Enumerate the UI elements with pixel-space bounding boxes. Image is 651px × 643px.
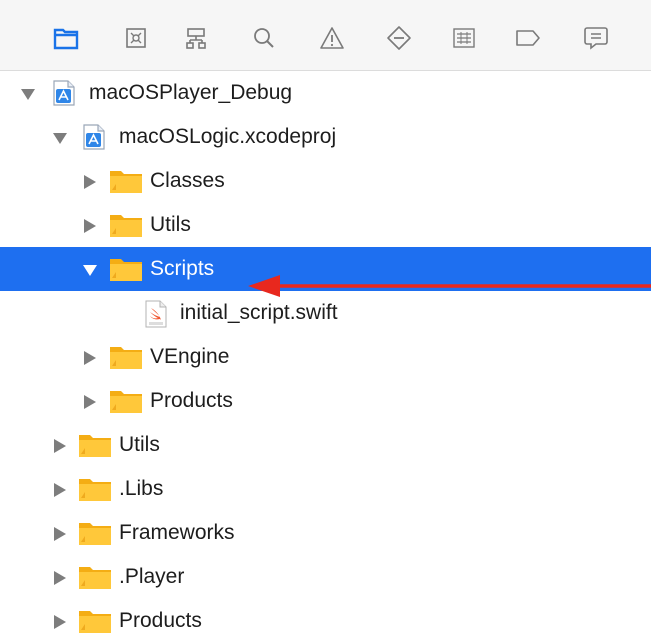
tree-row-label: Products [119,609,202,632]
tree-row-macoslogic-xcodeproj[interactable]: macOSLogic.xcodeproj [0,115,651,159]
tree-row-player[interactable]: .Player [0,555,651,599]
swift-file-icon [144,300,174,328]
project-navigator-tree: macOSPlayer_Debug macOSLogic.xcodeproj C… [0,71,651,637]
disclosure-triangle-collapsed-icon[interactable] [52,526,68,542]
tree-row-label: .Libs [119,477,164,500]
disclosure-triangle-expanded-icon[interactable] [20,86,36,102]
disclosure-triangle-collapsed-icon[interactable] [82,394,98,410]
navigator-toolbar [0,0,651,70]
folder-icon [109,388,142,414]
disclosure-triangle-expanded-icon[interactable] [82,262,98,278]
disclosure-triangle-collapsed-icon[interactable] [82,174,98,190]
xcode-project-icon [50,80,80,106]
tree-row-classes[interactable]: Classes [0,159,651,203]
disclosure-triangle-expanded-icon[interactable] [52,130,68,146]
project-navigator-icon[interactable] [50,22,82,54]
find-icon[interactable] [248,22,280,54]
source-control-icon[interactable] [120,22,152,54]
tree-row-scripts[interactable]: Scripts [0,247,651,291]
tree-row-label: Scripts [150,257,215,280]
folder-icon [78,608,111,634]
report-icon[interactable] [580,22,612,54]
disclosure-triangle-collapsed-icon[interactable] [52,570,68,586]
tree-row-label: Frameworks [119,521,235,544]
tree-row-label: VEngine [150,345,230,368]
tree-row-label: .Player [119,565,185,588]
folder-icon [109,212,142,238]
breakpoint-icon[interactable] [512,22,544,54]
disclosure-triangle-collapsed-icon[interactable] [52,614,68,630]
debug-icon[interactable] [448,22,480,54]
xcode-project-icon [80,124,110,150]
tree-row-frameworks[interactable]: Frameworks [0,511,651,555]
issue-icon[interactable] [316,22,348,54]
folder-icon [78,476,111,502]
tree-row-label: macOSLogic.xcodeproj [119,125,337,148]
tree-row-label: Utils [119,433,160,456]
symbol-navigator-icon[interactable] [180,22,212,54]
folder-icon [78,520,111,546]
disclosure-triangle-collapsed-icon[interactable] [52,482,68,498]
disclosure-triangle-collapsed-icon[interactable] [52,438,68,454]
tree-row-label: initial_script.swift [180,301,338,324]
test-icon[interactable] [383,22,415,54]
tree-row-products-root[interactable]: Products [0,599,651,643]
disclosure-triangle-collapsed-icon[interactable] [82,350,98,366]
tree-row-utils-root[interactable]: Utils [0,423,651,467]
folder-icon [109,168,142,194]
folder-icon [109,256,142,282]
tree-row-label: macOSPlayer_Debug [89,81,293,104]
tree-row-label: Utils [150,213,191,236]
tree-row-products[interactable]: Products [0,379,651,423]
disclosure-triangle-collapsed-icon[interactable] [82,218,98,234]
tree-row-initial-script-swift[interactable]: initial_script.swift [0,291,651,335]
tree-row-vengine[interactable]: VEngine [0,335,651,379]
tree-row-macosplayer-debug[interactable]: macOSPlayer_Debug [0,71,651,115]
tree-row-label: Classes [150,169,225,192]
tree-row-utils[interactable]: Utils [0,203,651,247]
tree-row-libs[interactable]: .Libs [0,467,651,511]
folder-icon [78,564,111,590]
tree-row-label: Products [150,389,233,412]
folder-icon [109,344,142,370]
folder-icon [78,432,111,458]
